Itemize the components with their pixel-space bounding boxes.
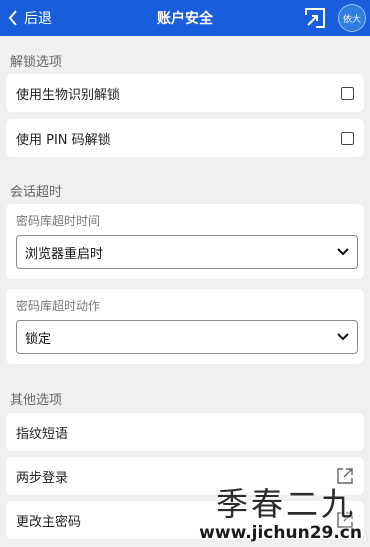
- change-master-password-row[interactable]: 更改主密码: [6, 501, 364, 539]
- timeout-label: 密码库超时时间: [16, 214, 101, 228]
- other-section-title: 其他选项: [10, 393, 63, 408]
- header-bar: 后退 账户安全 依大: [0, 0, 370, 36]
- fingerprint-row[interactable]: 指纹短语: [6, 413, 364, 451]
- timeout-action-select[interactable]: 锁定: [16, 320, 358, 354]
- timeout-action-card: 密码库超时动作 锁定: [6, 289, 364, 364]
- two-step-row[interactable]: 两步登录: [6, 457, 364, 495]
- fingerprint-label: 指纹短语: [16, 426, 69, 442]
- change-master-label: 更改主密码: [16, 514, 82, 530]
- pin-unlock-row[interactable]: 使用 PIN 码解锁: [6, 119, 364, 157]
- timeout-select[interactable]: 浏览器重启时: [16, 235, 358, 269]
- popout-icon[interactable]: [304, 7, 326, 29]
- unlock-section-title: 解锁选项: [10, 55, 63, 70]
- timeout-action-value: 锁定: [25, 331, 52, 347]
- biometric-unlock-row[interactable]: 使用生物识别解锁: [6, 74, 364, 112]
- session-section-title: 会话超时: [10, 185, 63, 200]
- chevron-down-icon: [337, 333, 349, 341]
- external-link-icon: [337, 468, 353, 484]
- avatar[interactable]: 依大: [338, 4, 366, 32]
- back-label: 后退: [24, 11, 52, 27]
- external-link-icon: [337, 512, 353, 528]
- chevron-left-icon: [8, 10, 17, 26]
- two-step-label: 两步登录: [16, 470, 69, 486]
- timeout-value: 浏览器重启时: [25, 246, 104, 262]
- back-button[interactable]: 后退: [8, 0, 52, 36]
- pin-checkbox[interactable]: [341, 131, 354, 145]
- pin-label: 使用 PIN 码解锁: [16, 132, 111, 148]
- timeout-card: 密码库超时时间 浏览器重启时: [6, 204, 364, 279]
- biometric-checkbox[interactable]: [341, 86, 354, 100]
- biometric-label: 使用生物识别解锁: [16, 87, 121, 103]
- timeout-action-label: 密码库超时动作: [16, 299, 101, 313]
- chevron-down-icon: [337, 248, 349, 256]
